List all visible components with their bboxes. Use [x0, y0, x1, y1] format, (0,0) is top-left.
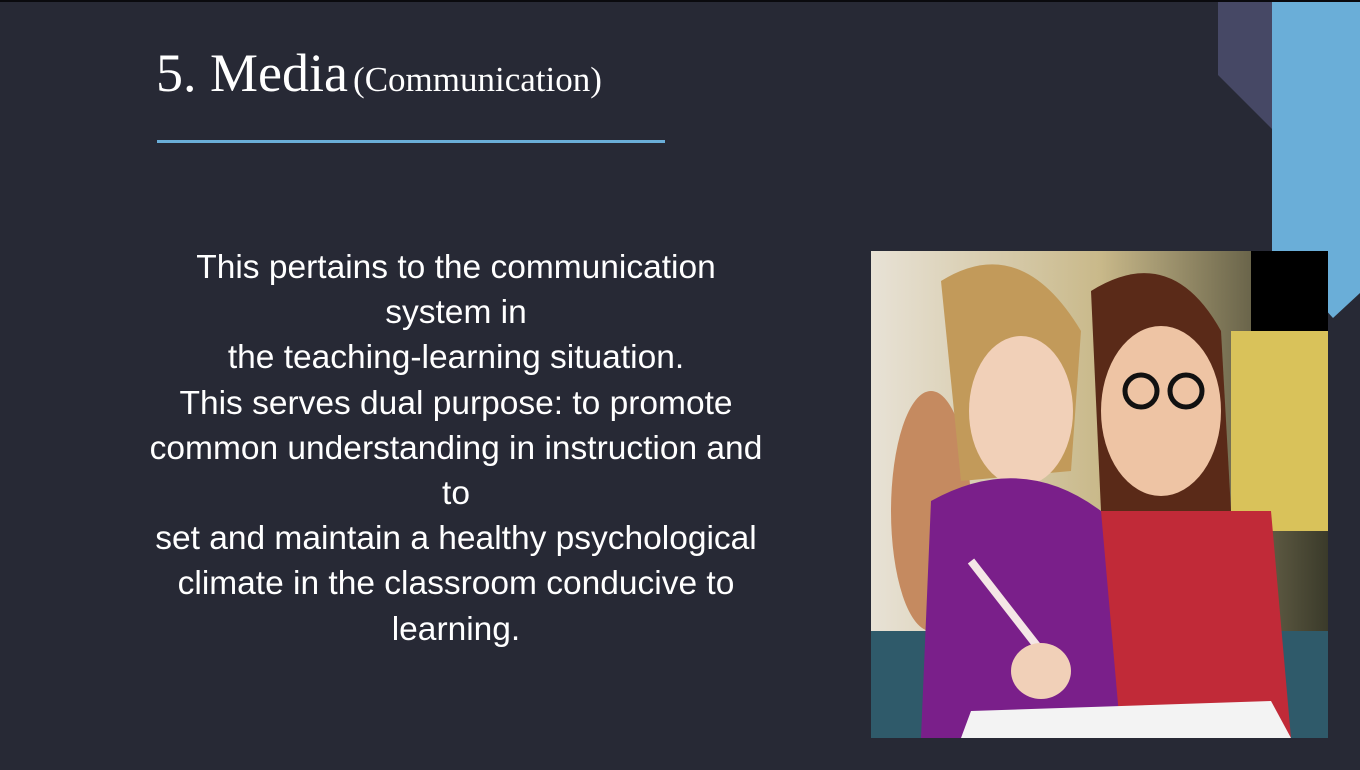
- body-line: This pertains to the communication: [196, 249, 716, 286]
- title-underline: [157, 140, 665, 143]
- body-line: set and maintain a healthy psychological: [155, 520, 757, 558]
- teacher-student-photo: [871, 251, 1328, 738]
- body-line: common understanding in instruction and: [149, 429, 763, 467]
- body-line: to: [442, 475, 470, 513]
- title-subtitle: (Communication): [353, 60, 602, 99]
- body-line: system in: [385, 294, 527, 332]
- title-main: 5. Media: [156, 43, 348, 103]
- body-line: learning.: [391, 610, 521, 648]
- purple-ribbon-shape: [1218, 2, 1272, 129]
- body-line: the teaching-learning situation.: [227, 339, 685, 377]
- body-line: This serves dual purpose: to promote: [179, 384, 733, 422]
- body-line: climate in the classroom conducive to: [177, 565, 735, 603]
- slide-title: 5. Media (Communication): [156, 42, 602, 104]
- body-text: This pertains to the communication syste…: [96, 245, 816, 652]
